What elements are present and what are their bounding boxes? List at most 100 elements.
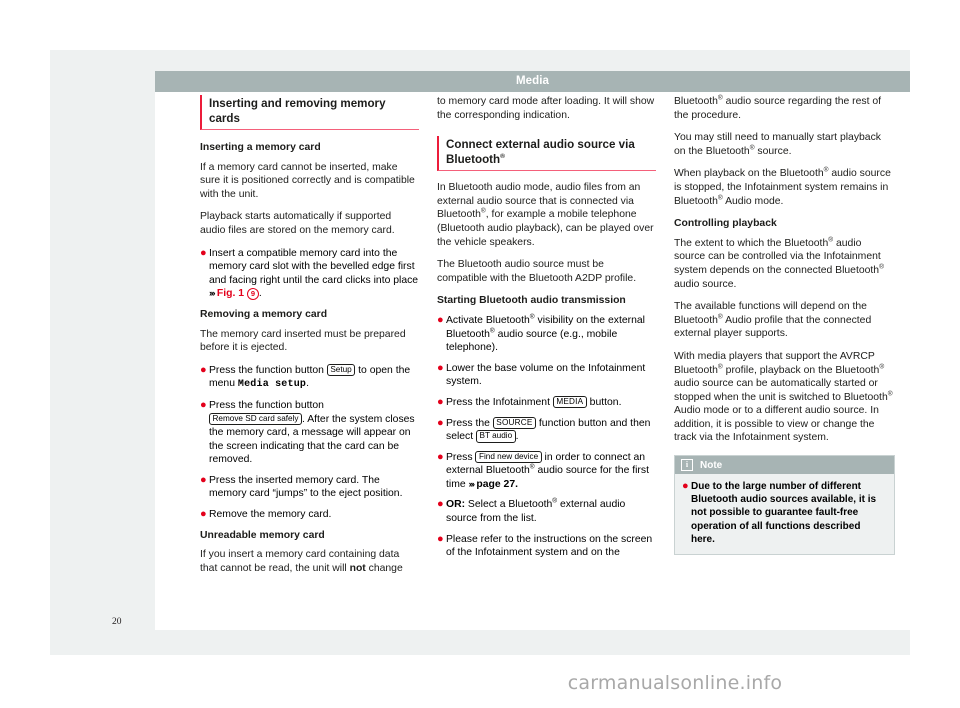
- bullet-dot-icon: ●: [682, 480, 689, 493]
- bullet-text: Lower the base volume on the Infotainmen…: [446, 362, 646, 388]
- text: When playback on the Bluetooth: [674, 168, 824, 180]
- registered-mark: ®: [879, 263, 884, 271]
- emphasis-not: not: [349, 562, 366, 574]
- menu-name-media-setup: Media setup: [237, 379, 307, 391]
- page-reference[interactable]: page 27.: [476, 479, 518, 490]
- note-box-body: ● Due to the large number of different Bl…: [675, 474, 894, 555]
- list-item: ● Due to the large number of different Bl…: [682, 480, 887, 546]
- paragraph-available-functions: The available functions will depend on t…: [674, 300, 893, 341]
- bullet-text: Press the function button: [209, 364, 327, 376]
- column-2: to memory card mode after loading. It wi…: [437, 95, 674, 620]
- subheading-unreadable-card: Unreadable memory card: [200, 529, 325, 541]
- callout-number-badge: 9: [246, 288, 259, 301]
- text: change: [365, 562, 403, 574]
- heading-text: Connect external audio source via Blueto…: [446, 138, 635, 167]
- bullet-text: Insert a compatible memory card into the…: [209, 247, 419, 286]
- paragraph-rest-of-procedure: Bluetooth® audio source regarding the re…: [674, 95, 893, 122]
- bt-audio-button[interactable]: BT audio: [476, 430, 516, 443]
- list-item: ● Lower the base volume on the Infotainme…: [437, 362, 656, 389]
- chapter-title-bar: Media: [155, 71, 910, 92]
- note-title: Note: [700, 459, 723, 471]
- page-number: 20: [112, 617, 122, 627]
- text: Bluetooth: [674, 96, 718, 107]
- section-heading-connect-bluetooth: Connect external audio source via Blueto…: [437, 136, 656, 172]
- registered-mark: ®: [500, 153, 505, 161]
- watermark: carmanualsonline.info: [0, 672, 960, 694]
- paragraph-insert-check: If a memory card cannot be inserted, mak…: [200, 161, 415, 200]
- info-icon: i: [681, 459, 693, 472]
- registered-mark: ®: [887, 390, 893, 398]
- list-item: ● Press the function button Setup to open…: [200, 363, 419, 392]
- subheading-removing-card: Removing a memory card: [200, 308, 328, 320]
- text: audio source can be automatically starte…: [674, 378, 888, 403]
- find-new-device-button[interactable]: Find new device: [475, 450, 542, 464]
- bullet-text: Press the inserted memory card. The memo…: [209, 474, 403, 500]
- subheading-inserting-card: Inserting a memory card: [200, 142, 321, 153]
- bullet-dot-icon: ●: [437, 498, 444, 511]
- list-item: ● OR: Select a Bluetooth® external audio …: [437, 498, 656, 525]
- paragraph-a2dp: The Bluetooth audio source must be compa…: [437, 259, 637, 284]
- source-button[interactable]: SOURCE: [492, 416, 537, 429]
- setup-button[interactable]: Setup: [326, 363, 356, 377]
- text: Audio mode.: [722, 195, 784, 207]
- bullet-dot-icon: ●: [200, 363, 207, 376]
- list-item: ● Press the Infotainment MEDIA button.: [437, 395, 656, 410]
- bullet-dot-icon: ●: [200, 508, 207, 521]
- bullet-dot-icon: ●: [437, 313, 444, 326]
- paragraph-avrcp: With media players that support the AVRC…: [674, 350, 893, 445]
- list-item: ● Press the function button Remove SD car…: [200, 399, 419, 467]
- list-item: ● Please refer to the instructions on the…: [437, 533, 656, 560]
- paragraph-playback-stopped: When playback on the Bluetooth® audio so…: [674, 167, 893, 208]
- watermark-text: carmanualsonline.info: [567, 672, 783, 694]
- bullet-dot-icon: ●: [200, 246, 207, 259]
- bullet-dot-icon: ●: [200, 398, 207, 411]
- list-item: ● Remove the memory card.: [200, 508, 419, 522]
- paragraph-extent-control: The extent to which the Bluetooth ® audio…: [674, 236, 893, 291]
- list-item: ● Press the SOURCE function button and th…: [437, 416, 656, 444]
- paragraph-prepare-eject: The memory card inserted must be prepare…: [200, 328, 406, 354]
- bullet-text: .: [515, 431, 519, 443]
- media-button[interactable]: MEDIA: [552, 395, 587, 409]
- bullet-dot-icon: ●: [437, 361, 444, 374]
- section-heading-memory-cards: Inserting and removing memory cards: [200, 95, 419, 130]
- chevrons-icon: ›››: [209, 288, 216, 300]
- paragraph-bt-audio-mode: In Bluetooth audio mode, audio files fro…: [437, 181, 656, 249]
- bullet-text: Press: [446, 451, 476, 463]
- list-item: ● Press Find new device in order to conne…: [437, 450, 656, 492]
- bullet-text: Remove the memory card.: [209, 509, 332, 521]
- list-item: ● Press the inserted memory card. The mem…: [200, 474, 419, 501]
- paragraph-manual-start: You may still need to manually start pla…: [674, 131, 893, 158]
- page-sheet: Media 20 Inserting and removing memory c…: [50, 50, 926, 655]
- text: The extent to which the Bluetooth: [674, 237, 829, 249]
- figure-reference[interactable]: Fig. 1: [217, 288, 244, 299]
- subheading-controlling-playback: Controlling playback: [674, 218, 777, 230]
- paragraph-playback-auto: Playback starts automatically if support…: [200, 211, 395, 236]
- three-column-body: Inserting and removing memory cards Inse…: [200, 95, 912, 620]
- bullet-text: Press the Infotainment: [446, 396, 553, 408]
- note-box: i Note ● Due to the large number of diffe…: [674, 455, 895, 556]
- bullet-text: Press the: [446, 417, 493, 429]
- column-1: Inserting and removing memory cards Inse…: [200, 95, 437, 620]
- bullet-dot-icon: ●: [437, 416, 444, 429]
- text: Audio mode or to a different audio sourc…: [674, 405, 879, 444]
- paragraph-unreadable: If you insert a memory card containing d…: [200, 548, 419, 575]
- subheading-starting-bt-transmission: Starting Bluetooth audio transmission: [437, 295, 626, 307]
- or-label: OR:: [446, 499, 466, 511]
- bullet-text-end: .: [258, 288, 262, 300]
- bullet-text: .: [306, 378, 309, 390]
- note-text: Due to the large number of different Blu…: [691, 481, 877, 545]
- column-3: Bluetooth® audio source regarding the re…: [674, 95, 911, 620]
- paragraph-continued-memory-mode: to memory card mode after loading. It wi…: [437, 96, 655, 121]
- registered-mark: ®: [879, 363, 885, 371]
- text: profile, playback on the Bluetooth: [722, 364, 880, 376]
- text: source.: [754, 145, 792, 157]
- bullet-text: Please refer to the instructions on the …: [446, 533, 653, 559]
- bullet-text: Activate Bluetooth: [446, 314, 530, 326]
- note-box-header: i Note: [675, 456, 894, 475]
- bullet-dot-icon: ●: [200, 473, 207, 486]
- remove-sd-card-safely-button[interactable]: Remove SD card safely: [209, 412, 303, 425]
- bullet-dot-icon: ●: [437, 532, 444, 545]
- list-item: ● Activate Bluetooth® visibility on the e…: [437, 314, 656, 355]
- text: audio source.: [674, 278, 737, 290]
- chevrons-icon: ›››: [468, 478, 476, 490]
